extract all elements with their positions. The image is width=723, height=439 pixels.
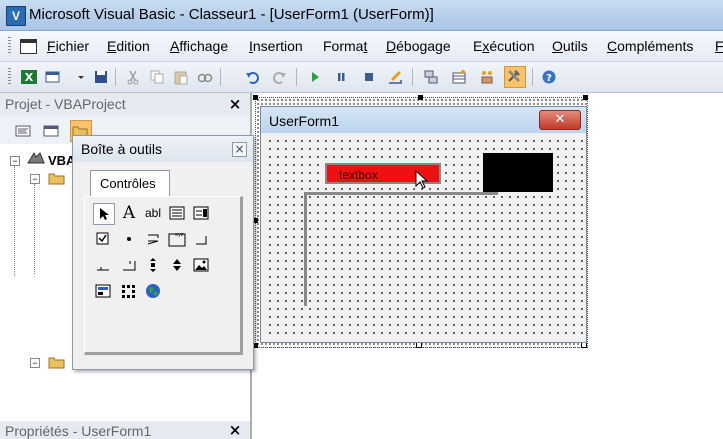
menu-affichage[interactable]: Affichage: [170, 38, 228, 54]
copy-icon[interactable]: [148, 68, 166, 86]
redo-icon[interactable]: [270, 68, 288, 86]
tab-controles[interactable]: Contrôles: [90, 170, 170, 197]
toolbox-window: Boîte à outils × Contrôles A abl xyz: [72, 135, 254, 370]
userform-close-icon[interactable]: ✕: [539, 110, 581, 130]
optionbutton-icon[interactable]: [119, 229, 139, 249]
userform-window-icon[interactable]: [20, 39, 37, 54]
object-browser-icon[interactable]: [478, 68, 496, 86]
window-titlebar: V Microsoft Visual Basic - Classeur1 - […: [0, 0, 723, 31]
multipage-icon[interactable]: [119, 255, 139, 275]
commandbutton-icon[interactable]: [191, 229, 211, 249]
mouse-cursor-icon: [415, 170, 428, 189]
menu-edition[interactable]: Edition: [107, 38, 150, 54]
menu-outils[interactable]: Outils: [552, 38, 588, 54]
window-title: Microsoft Visual Basic - Classeur1 - [Us…: [29, 6, 434, 23]
properties-pane-close-icon[interactable]: ×: [228, 423, 242, 438]
view-code-icon[interactable]: [14, 122, 32, 140]
properties-pane-title: Propriétés - UserForm1: [5, 423, 152, 439]
image-icon[interactable]: [191, 255, 211, 275]
cut-icon[interactable]: [124, 68, 142, 86]
combobox-icon[interactable]: [167, 203, 187, 223]
frame-control[interactable]: [304, 192, 498, 306]
project-pane-close-icon[interactable]: ×: [228, 97, 242, 112]
toolbox-title: Boîte à outils: [81, 141, 162, 157]
select-objects-icon[interactable]: [93, 203, 115, 225]
view-object-icon[interactable]: [42, 122, 60, 140]
black-control[interactable]: [483, 153, 553, 192]
menu-debogage[interactable]: Débogage: [386, 38, 451, 54]
grid-control-icon[interactable]: [119, 281, 139, 301]
excel-icon[interactable]: X: [20, 68, 38, 86]
toolbox-titlebar: Boîte à outils ×: [73, 136, 253, 162]
userform-titlebar: UserForm1 ✕: [261, 107, 586, 133]
reset-icon[interactable]: [360, 68, 378, 86]
find-icon[interactable]: [196, 68, 214, 86]
dropdown-arrow-icon[interactable]: [72, 68, 84, 86]
design-mode-icon[interactable]: [386, 68, 404, 86]
vba-app-icon[interactable]: V: [6, 6, 26, 26]
label-icon[interactable]: A: [119, 203, 139, 223]
textbox-icon[interactable]: abl: [143, 203, 163, 223]
insert-userform-icon[interactable]: [44, 68, 62, 86]
svg-text:X: X: [25, 71, 34, 84]
svg-text:xyz: xyz: [175, 232, 184, 238]
menu-insertion[interactable]: Insertion: [249, 38, 303, 54]
menubar-grip[interactable]: [8, 37, 11, 55]
break-icon[interactable]: [332, 68, 350, 86]
project-pane-title: Projet - VBAProject: [5, 96, 126, 112]
menu-execution[interactable]: Exécution: [473, 38, 535, 54]
svg-text:?: ?: [546, 73, 552, 84]
menu-format[interactable]: Format: [323, 38, 367, 54]
tree-expand-box-2[interactable]: −: [30, 358, 40, 368]
frame-icon[interactable]: xyz: [167, 229, 187, 249]
tabstrip-icon[interactable]: [93, 255, 113, 275]
textbox-text: textbox: [339, 168, 378, 182]
vbaproject-icon: [27, 151, 45, 164]
tree-collapse-box[interactable]: −: [10, 156, 20, 166]
properties-icon[interactable]: [450, 68, 468, 86]
tree-expand-box[interactable]: −: [30, 174, 40, 184]
listbox-icon[interactable]: [191, 203, 211, 223]
toolbox-close-icon[interactable]: ×: [232, 142, 247, 157]
properties-pane-header: Propriétés - UserForm1 ×: [0, 421, 250, 439]
project-explorer-icon[interactable]: [422, 68, 440, 86]
resize-handle-nw[interactable]: [253, 95, 258, 100]
checkbox-icon[interactable]: [93, 229, 113, 249]
run-icon[interactable]: [306, 68, 324, 86]
toolbox-controls-panel: A abl xyz: [84, 196, 243, 355]
resize-handle-n[interactable]: [418, 95, 423, 100]
tab-controles-label: Contrôles: [100, 176, 156, 191]
paste-icon[interactable]: [172, 68, 190, 86]
togglebutton-icon[interactable]: [143, 229, 163, 249]
save-icon[interactable]: [92, 68, 110, 86]
standard-toolbar: X ?: [0, 62, 723, 93]
folder-icon: [48, 173, 65, 185]
userform-title: UserForm1: [269, 113, 340, 129]
resize-handle-ne[interactable]: [583, 95, 588, 100]
globe-control-icon[interactable]: [143, 281, 163, 301]
scrollbar-icon[interactable]: [143, 255, 163, 275]
menu-complements[interactable]: Compléments: [607, 38, 693, 54]
help-icon[interactable]: ?: [540, 68, 558, 86]
project-pane-header: Projet - VBAProject ×: [0, 93, 250, 116]
folder-icon-2: [48, 357, 65, 369]
undo-icon[interactable]: [244, 68, 262, 86]
menu-f[interactable]: F: [715, 38, 723, 54]
menu-bar: Fichier Edition Affichage Insertion Format Dé…: [0, 31, 723, 62]
refedit-icon[interactable]: [93, 281, 113, 301]
toolbar-grip[interactable]: [8, 68, 11, 86]
toolbox-icon[interactable]: [504, 66, 526, 88]
menu-fichier[interactable]: Fichier: [47, 38, 89, 54]
spinbutton-icon[interactable]: [167, 255, 187, 275]
